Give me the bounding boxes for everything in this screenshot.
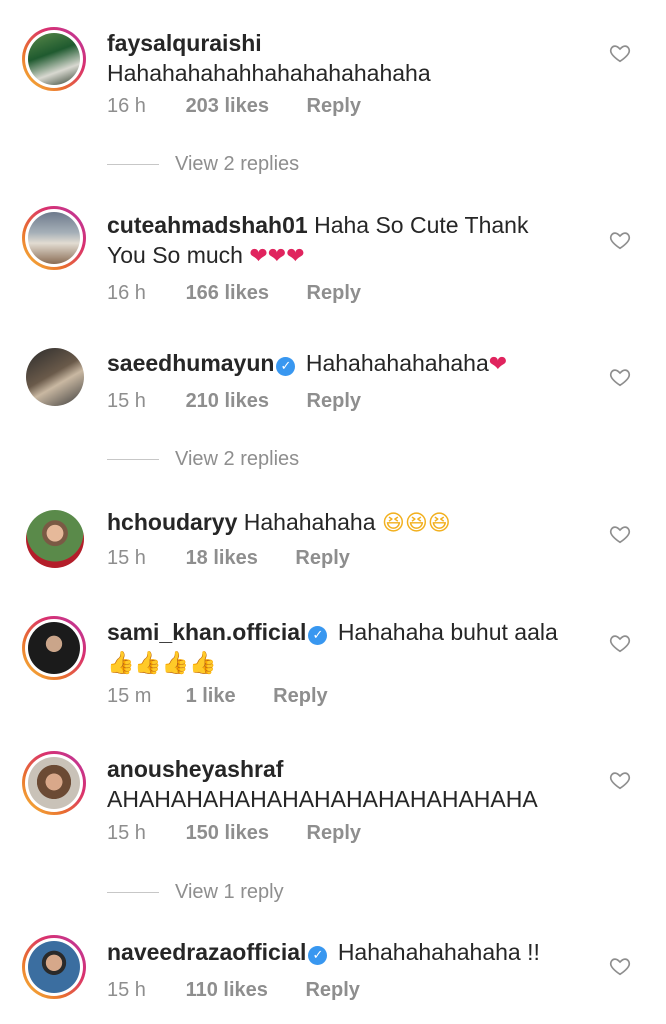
avatar[interactable] bbox=[22, 935, 86, 999]
comment-body: Hahahahahahaha bbox=[305, 350, 489, 376]
avatar[interactable] bbox=[22, 751, 86, 815]
view-replies-label[interactable]: View 2 replies bbox=[175, 153, 299, 175]
reply-button[interactable]: Reply bbox=[307, 821, 361, 845]
view-replies-button[interactable]: View 1 reply bbox=[107, 880, 284, 904]
comment-body: Hahahaha buhut aala bbox=[337, 619, 558, 645]
reply-button[interactable]: Reply bbox=[307, 389, 361, 413]
verified-badge-icon: ✓ bbox=[308, 946, 328, 965]
comment-text: faysalquraishi Hahahahahahhahahahahahaha bbox=[107, 28, 587, 88]
divider bbox=[107, 164, 159, 166]
likes-count[interactable]: 150 likes bbox=[186, 821, 269, 845]
heart-outline-icon[interactable] bbox=[609, 632, 631, 654]
likes-count[interactable]: 18 likes bbox=[186, 546, 258, 570]
comment-meta: 15 m 1 like Reply bbox=[107, 684, 328, 708]
avatar[interactable] bbox=[22, 344, 86, 408]
reply-button[interactable]: Reply bbox=[305, 978, 359, 1002]
comment-meta: 15 h 18 likes Reply bbox=[107, 546, 350, 570]
heart-outline-icon[interactable] bbox=[609, 366, 631, 388]
avatar[interactable] bbox=[22, 506, 86, 570]
timestamp: 15 h bbox=[107, 390, 146, 412]
thumbs-up-emoji: 👍👍👍👍 bbox=[107, 651, 217, 676]
view-replies-button[interactable]: View 2 replies bbox=[107, 152, 299, 176]
avatar[interactable] bbox=[22, 27, 86, 91]
view-replies-button[interactable]: View 2 replies bbox=[107, 447, 299, 471]
timestamp: 16 h bbox=[107, 282, 146, 304]
comment-body: Hahahahahahhahahahahahaha bbox=[107, 60, 431, 86]
comment-body: Haha So Cute Thank bbox=[314, 212, 529, 238]
timestamp: 15 h bbox=[107, 979, 146, 1001]
likes-count[interactable]: 203 likes bbox=[186, 94, 269, 118]
laughing-emoji: 😆😆😆 bbox=[381, 511, 451, 536]
reply-button[interactable]: Reply bbox=[307, 281, 361, 305]
comment-body-line2: You So much bbox=[107, 242, 243, 268]
timestamp: 15 m bbox=[107, 685, 152, 707]
comment-meta: 15 h 110 likes Reply bbox=[107, 978, 360, 1002]
comment-text: cuteahmadshah01 Haha So Cute Thank You S… bbox=[107, 210, 587, 272]
comment-text: naveedrazaofficial ✓ Hahahahahahaha !! bbox=[107, 937, 587, 967]
reply-button[interactable]: Reply bbox=[273, 684, 327, 708]
comment-meta: 16 h 166 likes Reply bbox=[107, 281, 361, 305]
heart-emoji: ❤ bbox=[488, 352, 508, 377]
view-replies-label[interactable]: View 1 reply bbox=[175, 881, 284, 903]
timestamp: 15 h bbox=[107, 547, 146, 569]
likes-count[interactable]: 166 likes bbox=[186, 281, 269, 305]
username[interactable]: anousheyashraf bbox=[107, 756, 283, 782]
username[interactable]: cuteahmadshah01 bbox=[107, 212, 308, 238]
comment-meta: 15 h 150 likes Reply bbox=[107, 821, 361, 845]
comment-text: hchoudaryy Hahahahaha 😆😆😆 bbox=[107, 507, 587, 539]
divider bbox=[107, 892, 159, 894]
username[interactable]: naveedrazaofficial bbox=[107, 939, 306, 965]
comment-body: AHAHAHAHAHAHAHAHAHAHAHAHAHA bbox=[107, 786, 538, 812]
heart-outline-icon[interactable] bbox=[609, 955, 631, 977]
verified-badge-icon: ✓ bbox=[276, 357, 296, 376]
verified-badge-icon: ✓ bbox=[308, 626, 328, 645]
heart-outline-icon[interactable] bbox=[609, 769, 631, 791]
username[interactable]: saeedhumayun bbox=[107, 350, 274, 376]
comment-meta: 16 h 203 likes Reply bbox=[107, 94, 361, 118]
username[interactable]: sami_khan.official bbox=[107, 619, 306, 645]
reply-button[interactable]: Reply bbox=[307, 94, 361, 118]
heart-outline-icon[interactable] bbox=[609, 229, 631, 251]
heart-emoji: ❤❤❤ bbox=[249, 244, 305, 269]
heart-outline-icon[interactable] bbox=[609, 523, 631, 545]
timestamp: 16 h bbox=[107, 95, 146, 117]
comment-meta: 15 h 210 likes Reply bbox=[107, 389, 361, 413]
divider bbox=[107, 459, 159, 461]
comment-body: Hahahahahahaha !! bbox=[337, 939, 540, 965]
heart-outline-icon[interactable] bbox=[609, 42, 631, 64]
avatar[interactable] bbox=[22, 206, 86, 270]
username[interactable]: faysalquraishi bbox=[107, 30, 262, 56]
reply-button[interactable]: Reply bbox=[295, 546, 349, 570]
avatar[interactable] bbox=[22, 616, 86, 680]
timestamp: 15 h bbox=[107, 822, 146, 844]
comment-body: Hahahahaha bbox=[243, 509, 376, 535]
comment-text: anousheyashraf AHAHAHAHAHAHAHAHAHAHAHAHA… bbox=[107, 754, 587, 814]
likes-count[interactable]: 110 likes bbox=[186, 978, 268, 1002]
likes-count[interactable]: 210 likes bbox=[186, 389, 269, 413]
comment-text: sami_khan.official ✓ Hahahaha buhut aala … bbox=[107, 617, 587, 679]
likes-count[interactable]: 1 like bbox=[186, 684, 236, 708]
username[interactable]: hchoudaryy bbox=[107, 509, 237, 535]
comment-text: saeedhumayun ✓ Hahahahahahaha❤ bbox=[107, 348, 587, 380]
view-replies-label[interactable]: View 2 replies bbox=[175, 448, 299, 470]
